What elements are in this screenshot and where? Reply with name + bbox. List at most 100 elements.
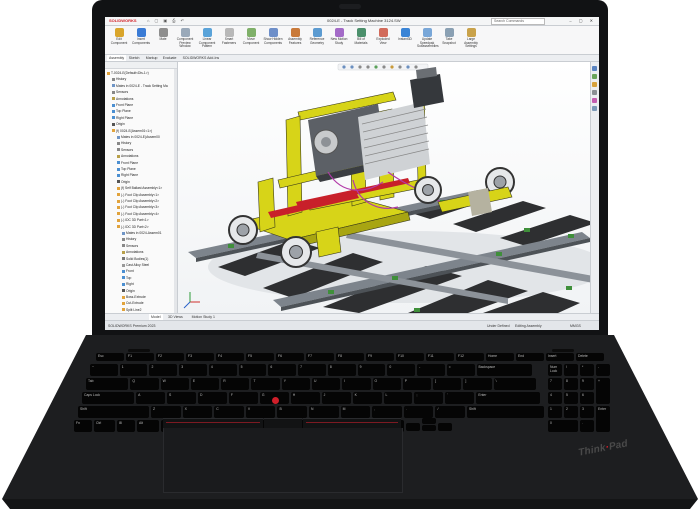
key[interactable]: E: [190, 378, 220, 390]
key[interactable]: I: [342, 378, 371, 390]
key[interactable]: Enter: [476, 392, 540, 404]
arrow-key[interactable]: [438, 423, 452, 431]
key[interactable]: [: [433, 378, 462, 390]
key[interactable]: Ctrl: [94, 420, 115, 432]
key[interactable]: W: [160, 378, 189, 390]
key[interactable]: V: [245, 406, 276, 418]
key[interactable]: 5: [238, 364, 267, 376]
numpad-key[interactable]: 7: [548, 378, 562, 390]
arrow-key[interactable]: [422, 425, 436, 431]
key[interactable]: F7: [306, 353, 334, 361]
key[interactable]: K: [352, 392, 382, 404]
trackpad-right-button[interactable]: [303, 418, 401, 428]
key[interactable]: R: [221, 378, 250, 390]
key[interactable]: F10: [396, 353, 424, 361]
key[interactable]: J: [321, 392, 351, 404]
arrow-key[interactable]: [422, 418, 436, 424]
key[interactable]: F11: [426, 353, 454, 361]
numpad-key[interactable]: 6: [580, 392, 594, 404]
key[interactable]: /: [435, 406, 466, 418]
numpad-key[interactable]: 4: [548, 392, 562, 404]
numpad-key[interactable]: 1: [548, 406, 562, 418]
key[interactable]: S: [167, 392, 196, 404]
numpad-key[interactable]: Num Lock: [548, 364, 562, 376]
numpad-key[interactable]: 3: [580, 406, 594, 418]
key[interactable]: 4: [208, 364, 237, 376]
key[interactable]: Delete: [576, 353, 604, 361]
key[interactable]: N: [309, 406, 339, 418]
key[interactable]: ': [445, 392, 475, 404]
key[interactable]: U: [312, 378, 341, 390]
key[interactable]: Fn: [74, 420, 92, 432]
key[interactable]: End: [516, 353, 544, 361]
key[interactable]: Caps Lock: [82, 392, 135, 404]
key[interactable]: =: [446, 364, 475, 376]
key[interactable]: Shift: [467, 406, 544, 418]
key[interactable]: D: [197, 392, 227, 404]
key[interactable]: ,: [372, 406, 402, 418]
key[interactable]: ]: [463, 378, 492, 390]
key[interactable]: F4: [216, 353, 244, 361]
key[interactable]: Shift: [78, 406, 150, 418]
numpad-key[interactable]: +: [596, 378, 610, 404]
numpad-key[interactable]: /: [564, 364, 578, 376]
key[interactable]: F6: [276, 353, 304, 361]
key[interactable]: F9: [366, 353, 394, 361]
key[interactable]: Tab: [86, 378, 129, 390]
key[interactable]: ~: [90, 364, 118, 376]
key[interactable]: Z: [151, 406, 181, 418]
key[interactable]: F2: [156, 353, 184, 361]
key[interactable]: F3: [186, 353, 214, 361]
key[interactable]: Home: [486, 353, 514, 361]
key[interactable]: M: [340, 406, 371, 418]
numpad-key[interactable]: *: [580, 364, 594, 376]
key[interactable]: X: [182, 406, 213, 418]
key[interactable]: Alt: [137, 420, 159, 432]
key[interactable]: 6: [268, 364, 297, 376]
key[interactable]: Insert: [546, 353, 574, 361]
key[interactable]: -: [417, 364, 445, 376]
key[interactable]: ⊞: [117, 420, 135, 432]
arrow-key[interactable]: [406, 423, 420, 431]
key-label: F4: [218, 354, 222, 358]
numpad-key[interactable]: .: [580, 420, 594, 432]
key[interactable]: B: [277, 406, 308, 418]
key[interactable]: F8: [336, 353, 364, 361]
key[interactable]: C: [214, 406, 244, 418]
key[interactable]: Y: [281, 378, 310, 390]
key[interactable]: .: [403, 406, 434, 418]
key[interactable]: F12: [456, 353, 484, 361]
numpad-key[interactable]: 8: [564, 378, 578, 390]
key[interactable]: F5: [246, 353, 274, 361]
key[interactable]: A: [136, 392, 165, 404]
key[interactable]: F: [228, 392, 258, 404]
key[interactable]: P: [402, 378, 432, 390]
numpad-key[interactable]: 0: [548, 420, 578, 432]
key[interactable]: L: [383, 392, 413, 404]
trackpad[interactable]: [163, 428, 403, 493]
numpad-key[interactable]: -: [596, 364, 610, 376]
key[interactable]: Backspace: [476, 364, 532, 376]
key[interactable]: Q: [130, 378, 159, 390]
numpad-key[interactable]: 2: [564, 406, 578, 418]
key[interactable]: 9: [357, 364, 386, 376]
key[interactable]: 3: [179, 364, 207, 376]
key[interactable]: F1: [126, 353, 154, 361]
key[interactable]: 0: [387, 364, 416, 376]
trackpad-left-button[interactable]: [163, 418, 263, 428]
key[interactable]: 2: [149, 364, 178, 376]
key[interactable]: H: [290, 392, 320, 404]
key[interactable]: Esc: [96, 353, 124, 361]
key[interactable]: \: [493, 378, 536, 390]
key[interactable]: ;: [414, 392, 444, 404]
trackpad-middle-button[interactable]: [264, 418, 302, 428]
numpad-key[interactable]: 5: [564, 392, 578, 404]
key[interactable]: O: [372, 378, 401, 390]
key[interactable]: 8: [327, 364, 356, 376]
key[interactable]: 7: [298, 364, 326, 376]
key[interactable]: 1: [119, 364, 148, 376]
numpad-key[interactable]: Enter: [596, 406, 610, 432]
trackpoint[interactable]: [272, 397, 279, 404]
key[interactable]: T: [251, 378, 280, 390]
numpad-key[interactable]: 9: [580, 378, 594, 390]
